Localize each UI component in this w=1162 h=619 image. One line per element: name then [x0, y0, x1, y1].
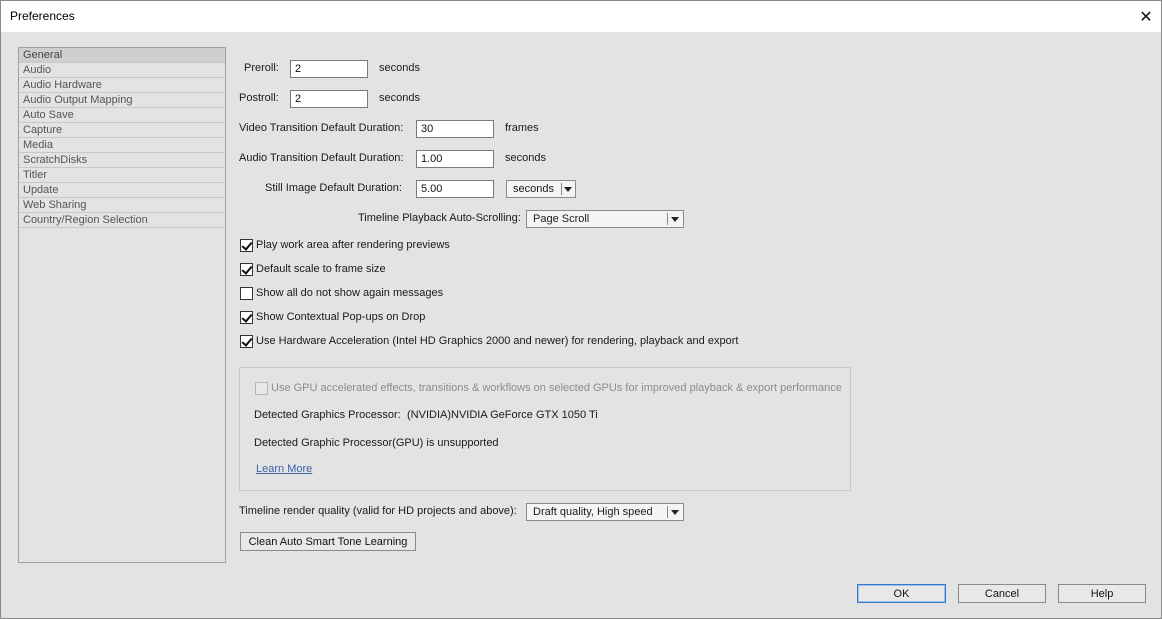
- postroll-label: Postroll:: [239, 92, 279, 104]
- chevron-down-icon: [564, 187, 572, 192]
- video-transition-label: Video Transition Default Duration:: [239, 122, 404, 134]
- preroll-label: Preroll:: [244, 62, 279, 74]
- sidebar-item-update[interactable]: Update: [19, 183, 225, 198]
- sidebar-item-scratch-disks[interactable]: ScratchDisks: [19, 153, 225, 168]
- ok-button[interactable]: OK: [857, 584, 946, 603]
- play-work-area-checkbox[interactable]: [240, 239, 253, 252]
- autoscroll-value: Page Scroll: [533, 213, 590, 225]
- sidebar-item-audio[interactable]: Audio: [19, 63, 225, 78]
- video-transition-input[interactable]: [416, 120, 494, 138]
- sidebar-item-media[interactable]: Media: [19, 138, 225, 153]
- preferences-dialog: Preferences ✕ General Audio Audio Hardwa…: [0, 0, 1162, 619]
- hardware-acceleration-checkbox[interactable]: [240, 335, 253, 348]
- postroll-input[interactable]: [290, 90, 368, 108]
- sidebar-item-capture[interactable]: Capture: [19, 123, 225, 138]
- gpu-unsupported-text: Detected Graphic Processor(GPU) is unsup…: [254, 437, 499, 449]
- title-bar: Preferences ✕: [1, 1, 1161, 32]
- postroll-unit: seconds: [379, 92, 420, 104]
- show-all-messages-checkbox[interactable]: [240, 287, 253, 300]
- gpu-panel: Use GPU accelerated effects, transitions…: [239, 367, 851, 491]
- still-image-unit-dropdown[interactable]: seconds: [506, 180, 576, 198]
- render-quality-value: Draft quality, High speed: [533, 506, 653, 518]
- gpu-acceleration-checkbox: [255, 382, 268, 395]
- contextual-popups-label: Show Contextual Pop-ups on Drop: [256, 311, 426, 323]
- help-button[interactable]: Help: [1058, 584, 1146, 603]
- detected-gpu-label: Detected Graphics Processor:: [254, 409, 401, 421]
- category-list: General Audio Audio Hardware Audio Outpu…: [18, 47, 226, 563]
- still-image-input[interactable]: [416, 180, 494, 198]
- preroll-input[interactable]: [290, 60, 368, 78]
- sidebar-item-country-region[interactable]: Country/Region Selection: [19, 213, 225, 228]
- gpu-acceleration-label: Use GPU accelerated effects, transitions…: [271, 382, 842, 394]
- show-all-messages-label: Show all do not show again messages: [256, 287, 444, 299]
- sidebar-item-general[interactable]: General: [19, 48, 225, 63]
- close-icon[interactable]: ✕: [1131, 1, 1161, 32]
- sidebar-item-audio-output-mapping[interactable]: Audio Output Mapping: [19, 93, 225, 108]
- autoscroll-label: Timeline Playback Auto-Scrolling:: [358, 212, 521, 224]
- render-quality-dropdown[interactable]: Draft quality, High speed: [526, 503, 684, 521]
- preroll-unit: seconds: [379, 62, 420, 74]
- sidebar-item-audio-hardware[interactable]: Audio Hardware: [19, 78, 225, 93]
- window-title: Preferences: [10, 9, 75, 23]
- chevron-down-icon: [671, 217, 679, 222]
- autoscroll-dropdown[interactable]: Page Scroll: [526, 210, 684, 228]
- cancel-button[interactable]: Cancel: [958, 584, 1046, 603]
- video-transition-unit: frames: [505, 122, 539, 134]
- sidebar-item-auto-save[interactable]: Auto Save: [19, 108, 225, 123]
- detected-gpu-value: (NVIDIA)NVIDIA GeForce GTX 1050 Ti: [407, 409, 598, 421]
- clean-smart-tone-button[interactable]: Clean Auto Smart Tone Learning: [240, 532, 416, 551]
- still-image-unit-value: seconds: [513, 183, 554, 195]
- hardware-acceleration-label: Use Hardware Acceleration (Intel HD Grap…: [256, 335, 739, 347]
- audio-transition-input[interactable]: [416, 150, 494, 168]
- chevron-down-icon: [671, 510, 679, 515]
- sidebar-item-titler[interactable]: Titler: [19, 168, 225, 183]
- learn-more-link[interactable]: Learn More: [256, 463, 312, 475]
- default-scale-checkbox[interactable]: [240, 263, 253, 276]
- default-scale-label: Default scale to frame size: [256, 263, 386, 275]
- contextual-popups-checkbox[interactable]: [240, 311, 253, 324]
- play-work-area-label: Play work area after rendering previews: [256, 239, 450, 251]
- sidebar-item-web-sharing[interactable]: Web Sharing: [19, 198, 225, 213]
- still-image-label: Still Image Default Duration:: [265, 182, 402, 194]
- render-quality-label: Timeline render quality (valid for HD pr…: [239, 505, 517, 517]
- audio-transition-unit: seconds: [505, 152, 546, 164]
- audio-transition-label: Audio Transition Default Duration:: [239, 152, 404, 164]
